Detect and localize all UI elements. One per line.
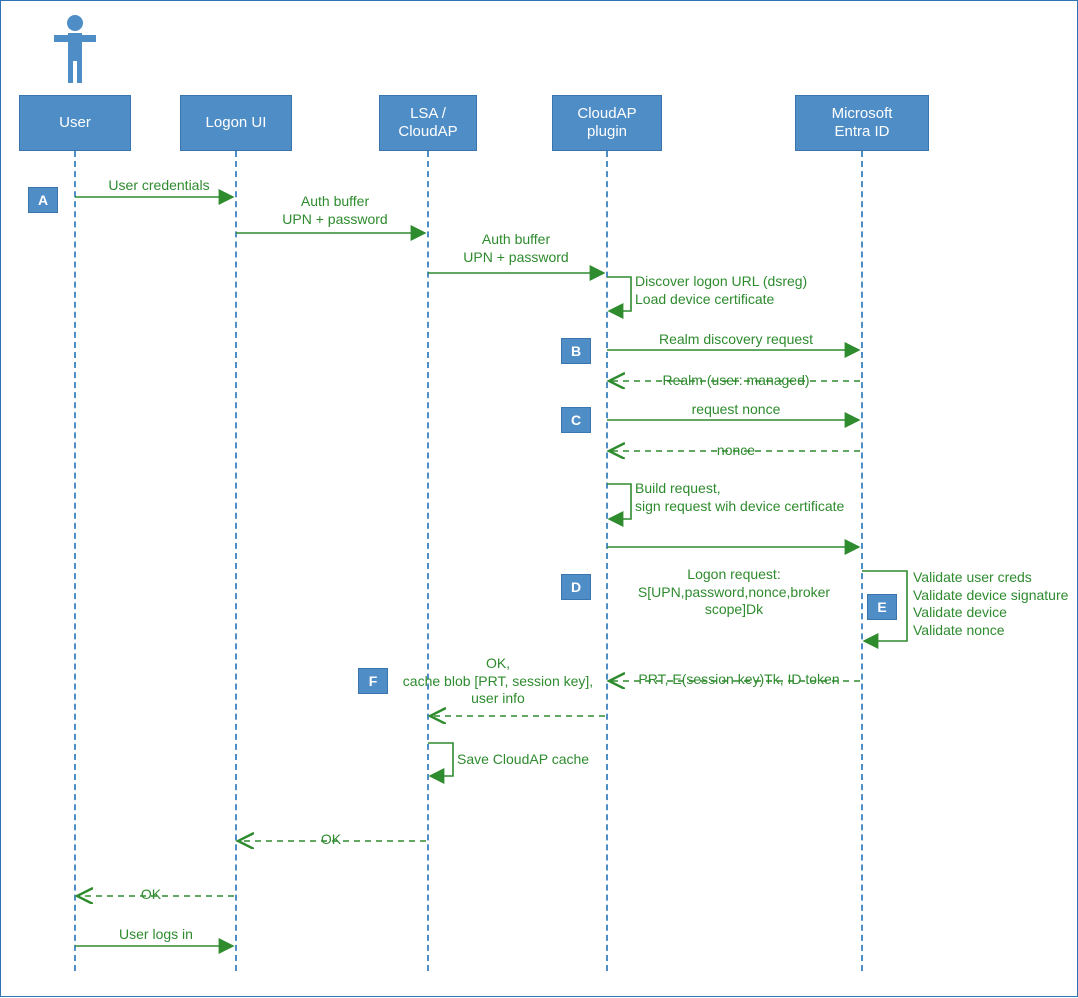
step-badge-c: C bbox=[561, 407, 591, 433]
label-validate: Validate user creds Validate device sign… bbox=[913, 569, 1077, 639]
participant-entra-label: Microsoft Entra ID bbox=[832, 105, 893, 141]
participant-entra: Microsoft Entra ID bbox=[795, 95, 929, 151]
user-actor-icon bbox=[51, 13, 99, 86]
label-user-creds: User credentials bbox=[89, 177, 229, 195]
participant-logonui-label: Logon UI bbox=[206, 114, 267, 132]
label-ok-2: OK bbox=[121, 886, 181, 904]
label-realm-resp: Realm (user: managed) bbox=[621, 372, 851, 390]
participant-cloudap: CloudAP plugin bbox=[552, 95, 662, 151]
participant-lsa-label: LSA / CloudAP bbox=[398, 105, 457, 141]
lifeline-user bbox=[74, 151, 76, 971]
label-auth-buffer-2: Auth buffer UPN + password bbox=[441, 231, 591, 266]
step-badge-b: B bbox=[561, 338, 591, 364]
step-badge-d: D bbox=[561, 574, 591, 600]
label-logon-req: Logon request: S[UPN,password,nonce,brok… bbox=[609, 566, 859, 619]
label-ok-cache: OK, cache blob [PRT, session key], user … bbox=[393, 655, 603, 708]
label-realm-req: Realm discovery request bbox=[621, 331, 851, 349]
step-badge-a: A bbox=[28, 187, 58, 213]
lifeline-logonui bbox=[235, 151, 237, 971]
label-req-nonce: request nonce bbox=[621, 401, 851, 419]
label-discover: Discover logon URL (dsreg) Load device c… bbox=[635, 273, 875, 308]
label-ok-1: OK bbox=[301, 831, 361, 849]
participant-cloudap-label: CloudAP plugin bbox=[577, 105, 636, 141]
participant-lsa: LSA / CloudAP bbox=[379, 95, 477, 151]
step-badge-f: F bbox=[358, 668, 388, 694]
label-user-logs-in: User logs in bbox=[96, 926, 216, 944]
label-save-cache: Save CloudAP cache bbox=[457, 751, 627, 769]
participant-user: User bbox=[19, 95, 131, 151]
label-prt-resp: PRT, E(session key)Tk, ID token bbox=[629, 671, 849, 689]
label-build-req: Build request, sign request wih device c… bbox=[635, 480, 895, 515]
label-nonce: nonce bbox=[621, 442, 851, 460]
sequence-diagram: User Logon UI LSA / CloudAP CloudAP plug… bbox=[0, 0, 1078, 997]
label-auth-buffer-1: Auth buffer UPN + password bbox=[265, 193, 405, 228]
participant-logonui: Logon UI bbox=[180, 95, 292, 151]
step-badge-e: E bbox=[867, 594, 897, 620]
lifeline-lsa bbox=[427, 151, 429, 971]
lifeline-cloudap bbox=[606, 151, 608, 971]
participant-user-label: User bbox=[59, 114, 91, 132]
